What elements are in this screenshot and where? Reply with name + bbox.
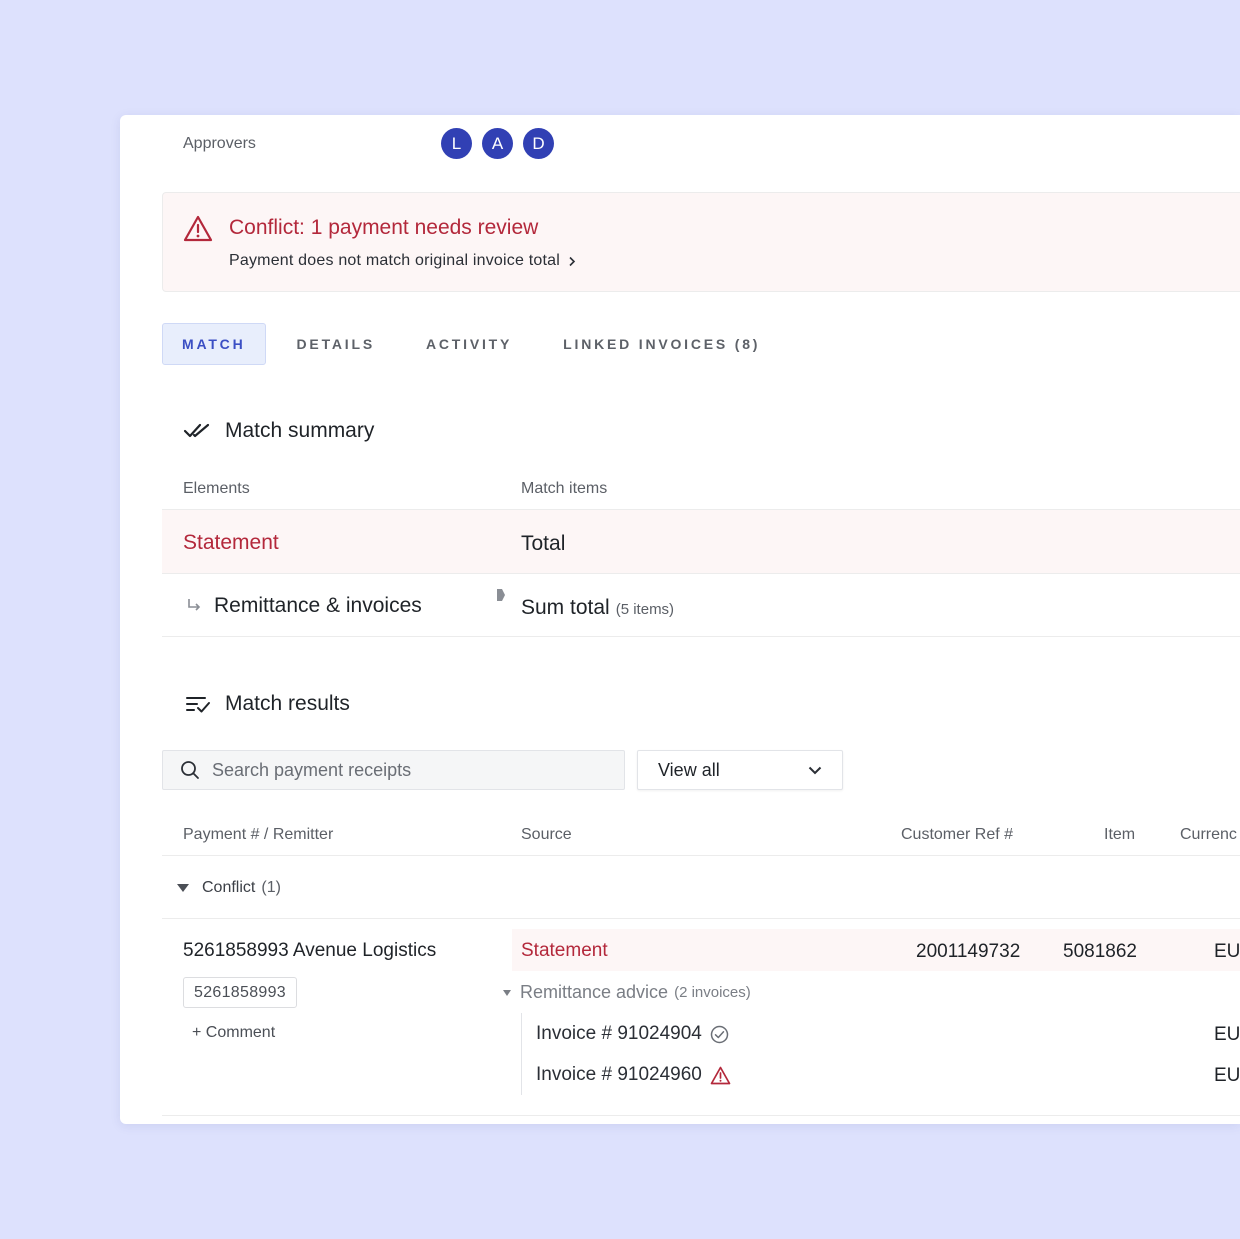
tab-linked-invoices[interactable]: LINKED INVOICES (8) (543, 324, 780, 364)
payment-title[interactable]: 5261858993 Avenue Logistics (183, 940, 436, 962)
summary-match-sum-total: Sum total (5 items) (521, 596, 674, 620)
match-summary-heading: Match summary (183, 419, 374, 443)
summary-element-statement: Statement (183, 531, 279, 554)
caret-down-icon (503, 989, 511, 996)
conflict-group-count: (1) (261, 879, 281, 896)
add-comment-button[interactable]: + Comment (192, 1024, 275, 1042)
divider (162, 636, 1240, 637)
divider (162, 1115, 1240, 1116)
invoice-label: Invoice # 91024904 (536, 1023, 702, 1044)
caret-down-icon (177, 884, 189, 892)
arrow-right-icon (497, 589, 505, 601)
summary-match-total: Total (521, 532, 566, 555)
customer-ref-value: 2001149732 (916, 941, 1021, 962)
sum-total-label: Sum total (521, 596, 610, 619)
remittance-advice-label: Remittance advice (520, 982, 669, 1002)
double-check-icon (183, 423, 210, 438)
search-icon (181, 761, 199, 779)
summary-row-statement (162, 510, 1240, 573)
column-item[interactable]: Item (1104, 826, 1135, 844)
match-results-title: Match results (225, 692, 350, 715)
tab-bar: MATCH DETAILS ACTIVITY LINKED INVOICES (… (162, 323, 791, 365)
view-filter-select[interactable]: View all (637, 750, 843, 790)
check-circle-icon (710, 1025, 729, 1043)
divider (162, 918, 1240, 919)
conflict-subtitle-link[interactable]: Payment does not match original invoice … (229, 252, 576, 270)
avatar[interactable]: L (441, 128, 472, 159)
source-statement: Statement (521, 940, 608, 961)
conflict-group-toggle[interactable]: Conflict (1) (176, 879, 281, 897)
invoice-currency: EU (1214, 1024, 1240, 1045)
warning-icon (183, 215, 213, 242)
match-summary-title: Match summary (225, 419, 375, 442)
item-value: 5081862 (1063, 941, 1137, 962)
divider (162, 573, 1240, 574)
tab-activity[interactable]: ACTIVITY (406, 324, 532, 364)
invoice-row[interactable]: Invoice # 91024904 (536, 1023, 729, 1045)
column-elements: Elements (183, 480, 250, 497)
summary-element-remittance: Remittance & invoices (214, 594, 422, 617)
tree-line (521, 1013, 522, 1095)
tab-match[interactable]: MATCH (162, 323, 266, 365)
subdirectory-arrow-icon (188, 599, 201, 611)
invoice-currency: EU (1214, 1065, 1240, 1086)
warning-icon (710, 1066, 731, 1084)
remittance-advice-count: (2 invoices) (674, 984, 751, 1001)
column-currency[interactable]: Currenc (1180, 826, 1237, 844)
column-payment-remitter[interactable]: Payment # / Remitter (183, 826, 333, 844)
search-input[interactable] (212, 759, 592, 781)
chevron-down-icon (808, 766, 822, 774)
invoice-label: Invoice # 91024960 (536, 1064, 702, 1085)
list-check-icon (186, 697, 210, 713)
approver-avatars: L A D (441, 128, 554, 159)
currency-value: EU (1214, 941, 1240, 962)
column-source[interactable]: Source (521, 826, 572, 844)
conflict-group-label: Conflict (202, 879, 256, 896)
payment-number-pill: 5261858993 (183, 977, 297, 1008)
payment-detail-card: Approvers L A D Conflict: 1 payment need… (120, 115, 1240, 1124)
sum-total-count: (5 items) (615, 601, 675, 618)
avatar[interactable]: D (523, 128, 554, 159)
search-box (162, 750, 625, 790)
chevron-right-icon (569, 256, 576, 266)
invoice-row[interactable]: Invoice # 91024960 (536, 1064, 731, 1086)
column-match-items: Match items (521, 480, 608, 497)
view-filter-value: View all (658, 759, 720, 780)
match-results-heading: Match results (185, 692, 350, 716)
divider (162, 855, 1240, 856)
avatar[interactable]: A (482, 128, 513, 159)
column-customer-ref[interactable]: Customer Ref # (901, 826, 1013, 844)
remittance-advice-toggle[interactable]: Remittance advice (2 invoices) (502, 982, 751, 1003)
approvers-label: Approvers (183, 135, 256, 152)
conflict-subtitle: Payment does not match original invoice … (229, 252, 560, 269)
tab-details[interactable]: DETAILS (277, 324, 395, 364)
conflict-banner: Conflict: 1 payment needs review Payment… (162, 192, 1240, 292)
conflict-title: Conflict: 1 payment needs review (229, 216, 539, 239)
